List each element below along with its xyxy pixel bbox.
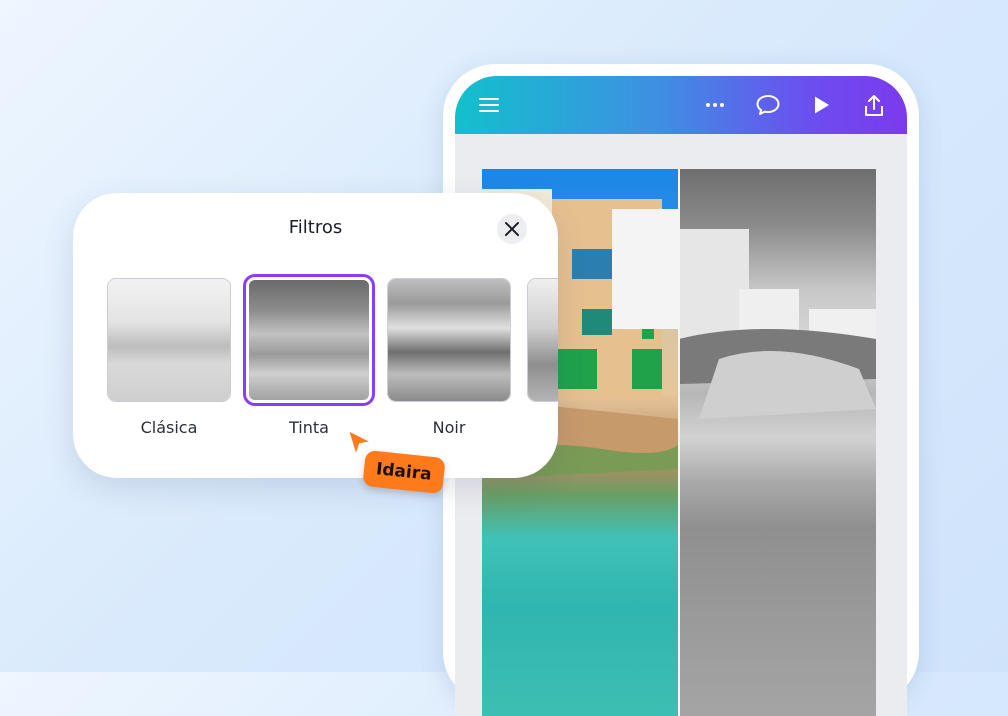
close-icon xyxy=(505,222,519,236)
filter-label: Clásica xyxy=(140,418,198,437)
compare-divider[interactable] xyxy=(678,169,680,716)
more-icon[interactable] xyxy=(703,93,727,117)
close-button[interactable] xyxy=(497,214,527,244)
editor-toolbar xyxy=(455,76,907,134)
filter-thumbnail[interactable] xyxy=(527,278,558,402)
filters-strip[interactable]: Clásica Tinta Noir xyxy=(73,273,558,443)
filter-thumbnail-selected[interactable] xyxy=(243,274,375,406)
collaborator-name-tag: Idaira xyxy=(362,449,446,495)
filter-thumbnail[interactable] xyxy=(107,278,231,402)
filter-label: Noir xyxy=(432,418,466,437)
share-icon[interactable] xyxy=(861,93,885,117)
photo-filtered-half xyxy=(679,169,876,716)
play-icon[interactable] xyxy=(809,93,833,117)
panel-title: Filtros xyxy=(288,217,343,238)
filters-panel: Filtros Clásica Tinta Noir xyxy=(73,193,558,478)
menu-icon[interactable] xyxy=(477,93,501,117)
comment-icon[interactable] xyxy=(755,93,780,117)
filter-thumbnail[interactable] xyxy=(387,278,511,402)
